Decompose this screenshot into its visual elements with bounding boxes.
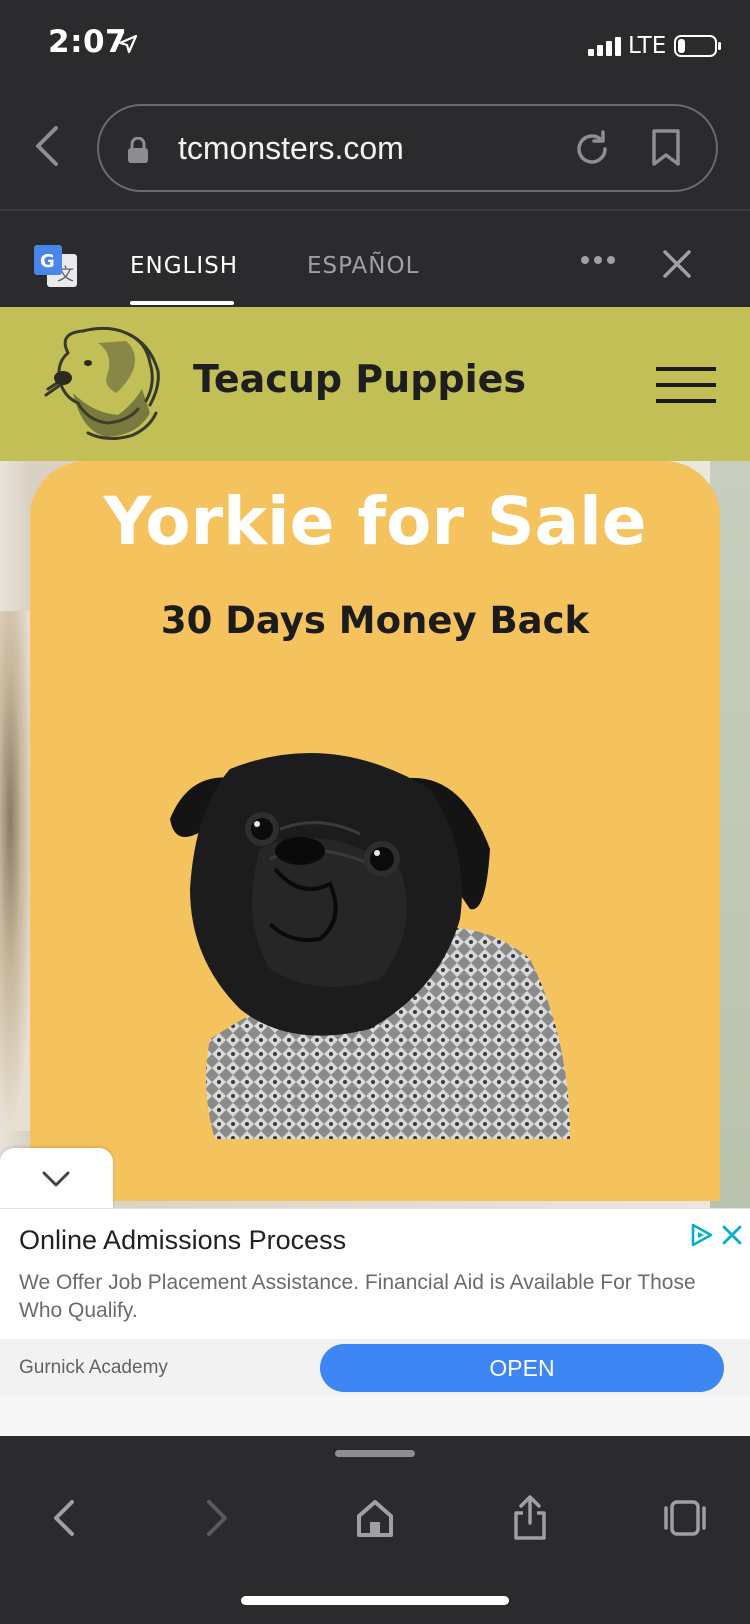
ad-footer: Gurnick Academy OPEN <box>0 1339 750 1397</box>
tab-espanol[interactable]: ESPAÑOL <box>307 253 419 279</box>
status-time: 2:07 <box>48 24 128 60</box>
google-translate-icon[interactable]: 文 G <box>33 244 79 290</box>
ad-advertiser: Gurnick Academy <box>19 1357 168 1378</box>
hamburger-line <box>656 367 716 371</box>
hero-background: Yorkie for Sale 30 Days Money Back <box>0 461 750 1209</box>
lock-icon <box>128 137 148 163</box>
toolbar-tabs-button[interactable] <box>655 1488 715 1548</box>
site-title[interactable]: Teacup Puppies <box>193 357 526 401</box>
home-indicator[interactable] <box>241 1596 509 1605</box>
toolbar-home-button[interactable] <box>345 1488 405 1548</box>
bookmark-icon[interactable] <box>651 128 681 168</box>
dog-logo-icon[interactable] <box>38 323 164 447</box>
home-icon <box>357 1500 393 1537</box>
hamburger-line <box>656 399 716 403</box>
page-content-below <box>0 1396 750 1436</box>
signal-icon <box>588 37 621 56</box>
pug-photo <box>170 753 570 1139</box>
location-arrow-icon <box>118 34 138 54</box>
reload-icon[interactable] <box>573 130 611 168</box>
browser-toolbar <box>0 1436 750 1624</box>
tab-english[interactable]: ENGLISH <box>130 253 238 279</box>
ad-title[interactable]: Online Admissions Process <box>19 1225 346 1256</box>
chevron-down-icon[interactable] <box>42 1170 70 1188</box>
toolbar-share-button[interactable] <box>500 1488 560 1548</box>
tabs-icon <box>664 1500 706 1536</box>
ad-description: We Offer Job Placement Assistance. Finan… <box>19 1271 696 1322</box>
active-tab-indicator <box>130 301 234 305</box>
toolbar-back-button[interactable] <box>33 1488 93 1548</box>
close-icon[interactable] <box>662 249 692 279</box>
menu-button[interactable] <box>656 367 716 403</box>
ad-banner[interactable]: Online Admissions Process We Offer Job P… <box>0 1208 750 1397</box>
more-icon[interactable] <box>580 255 616 265</box>
forward-icon <box>207 1500 227 1536</box>
hero-title: Yorkie for Sale <box>103 483 647 560</box>
close-icon[interactable] <box>722 1225 742 1245</box>
status-bar: 2:07 LTE <box>0 0 750 90</box>
address-bar[interactable]: tcmonsters.com <box>97 104 718 192</box>
battery-icon <box>674 35 721 57</box>
hero-subtitle: 30 Days Money Back <box>160 599 590 642</box>
hamburger-line <box>656 383 716 387</box>
network-type: LTE <box>628 33 667 59</box>
toolbar-forward-button[interactable] <box>188 1488 248 1548</box>
ad-open-button[interactable]: OPEN <box>320 1344 724 1392</box>
back-icon[interactable] <box>30 124 62 168</box>
ad-choices-icon[interactable] <box>690 1223 714 1247</box>
ad-collapse-tab[interactable] <box>0 1148 113 1210</box>
site-header: Teacup Puppies <box>0 307 750 461</box>
hero-bg-dog-photo <box>0 611 34 1131</box>
svg-text:G: G <box>40 251 55 272</box>
hero-card: Yorkie for Sale 30 Days Money Back <box>30 461 720 1201</box>
toolbar-grabber[interactable] <box>335 1450 415 1457</box>
share-icon <box>514 1495 546 1540</box>
translate-bar: 文 G ENGLISH ESPAÑOL <box>0 211 750 307</box>
url-text[interactable]: tcmonsters.com <box>178 130 404 167</box>
back-icon <box>54 1500 74 1536</box>
